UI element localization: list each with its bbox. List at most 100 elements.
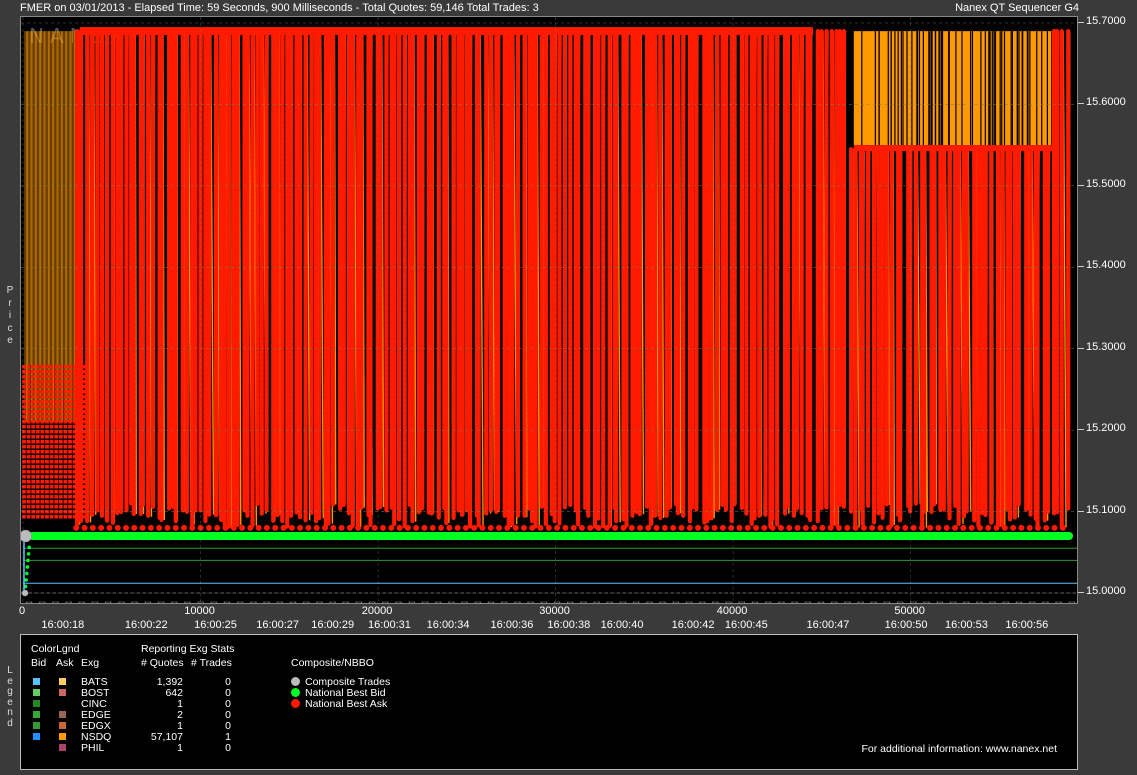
bid-color-swatch (33, 689, 40, 696)
ask-quote-dot (827, 524, 834, 531)
ask-quote-dot (562, 524, 569, 531)
bid-quote-dot (26, 552, 31, 556)
ask-color-swatch (59, 678, 66, 685)
ask-quote-dot (860, 524, 867, 531)
ask-quote-dot (404, 524, 411, 531)
ask-quote-dot (247, 524, 254, 531)
ask-quote-dot (902, 524, 909, 531)
ask-quote-dot (537, 524, 544, 531)
chart-header: FMER on 03/01/2013 - Elapsed Time: 59 Se… (0, 0, 1137, 16)
ask-quote-dot (305, 524, 312, 531)
exchange-trade-count: 0 (225, 742, 231, 754)
ask-quote-dot (1026, 524, 1033, 531)
legend-bid-header: Bid (31, 657, 47, 669)
x-tick-label-time: 16:00:36 (490, 619, 534, 631)
ask-quote-dot (786, 524, 793, 531)
x-tick-label-time: 16:00:31 (368, 619, 411, 631)
y-tick-mark (1078, 347, 1084, 349)
ask-quote-dot (438, 524, 445, 531)
ask-quote-dot (960, 524, 967, 531)
x-tick-label-time: 16:00:38 (547, 619, 591, 631)
ask-quote-dot (578, 524, 585, 531)
ask-quote-dot (313, 524, 320, 531)
y-tick-label: 15.6000 (1086, 96, 1126, 109)
ask-color-swatch (59, 689, 66, 696)
ask-quote-dot (172, 524, 179, 531)
ask-quote-dot (545, 524, 552, 531)
ask-quote-dot (927, 524, 934, 531)
x-tick-label-time: 16:00:45 (724, 619, 768, 631)
ask-quote-dot (1034, 524, 1041, 531)
y-tick-label: 15.3000 (1086, 340, 1126, 353)
ask-quote-dot (396, 524, 403, 531)
composite-trade-point (21, 529, 32, 543)
ask-quote-dot (479, 524, 486, 531)
ask-quote-dot (520, 524, 527, 531)
y-tick-mark (1078, 510, 1084, 512)
ask-quote-dot (205, 524, 212, 531)
y-axis-ticks: 15.7000 15.6000 15.5000 15.4000 15.3000 15.20… (1078, 0, 1136, 610)
ask-color-swatch (59, 722, 66, 729)
ask-quote-dot (338, 524, 345, 531)
y-tick-mark (1078, 592, 1084, 593)
x-tick-label-seq: 40000 (716, 605, 748, 617)
ask-quote-dot (380, 524, 387, 531)
y-tick-mark (1078, 103, 1084, 105)
brand-label: Nanex QT Sequencer G4 (955, 2, 1079, 14)
ask-quote-dot (918, 524, 925, 531)
ask-quote-dot (371, 524, 378, 531)
ask-quote-dot (894, 524, 901, 531)
ask-quote-dot (976, 524, 983, 531)
ask-quote-dot (388, 524, 395, 531)
ask-quote-dot (686, 524, 693, 531)
ask-quote-dot (835, 524, 842, 531)
ask-quote-dot (123, 524, 130, 531)
legend-label-letter: L (7, 665, 13, 676)
nbbo-label: National Best Ask (305, 698, 388, 710)
ask-quote-dot (943, 524, 950, 531)
ask-quote-dot (794, 524, 801, 531)
x-tick-label-time: 16:00:29 (311, 619, 355, 631)
x-tick-label-time: 16:00:40 (600, 619, 644, 631)
ask-quote-dot (471, 524, 478, 531)
exchange-name: PHIL (81, 742, 105, 754)
x-tick-label-seq: 50000 (894, 605, 925, 617)
ask-quote-dot (454, 524, 461, 531)
ask-quote-dot (272, 524, 279, 531)
bid-color-swatch (33, 722, 40, 729)
ask-quote-dot (703, 524, 710, 531)
ask-quote-dot (114, 524, 121, 531)
y-tick-mark (1078, 22, 1084, 23)
ask-quote-dot (413, 524, 420, 531)
legend-label-letter: n (7, 707, 13, 718)
bid-color-swatch (33, 733, 40, 740)
legend-quotes-header: # Quotes (141, 657, 184, 669)
ask-quote-dot (462, 524, 469, 531)
ask-quote-dot (570, 524, 577, 531)
ask-quote-dot (885, 524, 892, 531)
bid-color-swatch (33, 678, 40, 685)
ask-quote-dot (73, 524, 80, 531)
y-axis-label-letter: i (8, 310, 12, 321)
ask-quote-dot (280, 524, 287, 531)
ask-quote-dot (612, 524, 619, 531)
legend-nbbo-header: Composite/NBBO (291, 657, 374, 669)
ask-quote-dot (811, 524, 818, 531)
ask-quote-dot (753, 524, 760, 531)
ask-quote-dot (156, 524, 163, 531)
ask-quote-dot (330, 524, 337, 531)
ask-quote-dot (968, 524, 975, 531)
ask-quote-dot (802, 524, 809, 531)
ask-quote-dot (744, 524, 751, 531)
y-axis-label-letter: c (7, 322, 13, 334)
ask-quote-dot (189, 524, 196, 531)
ask-quote-dot (529, 524, 536, 531)
y-axis-label-letter: r (8, 297, 12, 309)
y-tick-label: 15.2000 (1086, 422, 1126, 435)
x-tick-label-seq: 10000 (184, 605, 215, 617)
ask-quote-dot (214, 524, 221, 531)
chart-title: FMER on 03/01/2013 - Elapsed Time: 59 Se… (20, 2, 539, 14)
y-tick-mark (1078, 266, 1084, 268)
x-tick-label-time: 16:00:27 (256, 619, 300, 631)
ask-quote-dot (661, 524, 668, 531)
